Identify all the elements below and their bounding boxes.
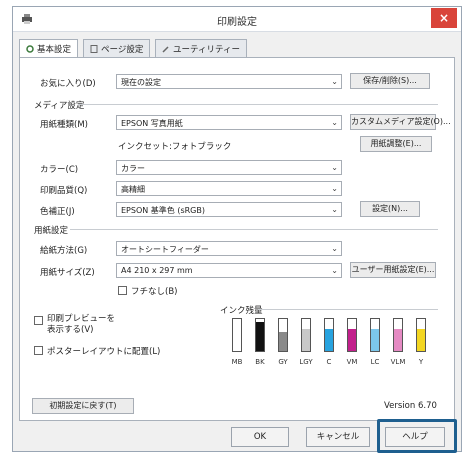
- ink-tank-vlm: [393, 318, 403, 352]
- ink-fill-bk: [256, 322, 264, 351]
- paper-section-title: 用紙設定: [34, 226, 69, 236]
- ink-label-lgy: LGY: [299, 358, 313, 366]
- wrench-icon: [162, 46, 169, 53]
- title-bar: 印刷設定 ×: [13, 7, 461, 32]
- media-type-select[interactable]: EPSON 写真用紙 ⌄: [116, 115, 342, 130]
- preview-label: 印刷プレビューを 表示する(V): [47, 314, 116, 335]
- version-text: Version 6.70: [384, 401, 437, 411]
- save-delete-button[interactable]: 保存/削除(S)...: [350, 73, 430, 89]
- ink-tank-gy: [278, 318, 288, 352]
- ink-levels-title: インク残量: [220, 306, 263, 316]
- help-button-highlight: [377, 419, 457, 453]
- chevron-down-icon: ⌄: [331, 266, 338, 275]
- basic-settings-icon: [26, 45, 34, 53]
- divider: [258, 309, 438, 310]
- ink-fill-c: [325, 328, 333, 351]
- paper-source-value: オートシートフィーダー: [121, 245, 209, 254]
- ink-tank-vm: [347, 318, 357, 352]
- favorites-select[interactable]: 現在の設定 ⌄: [116, 74, 342, 89]
- print-quality-value: 高精細: [121, 185, 145, 194]
- chevron-down-icon: ⌄: [331, 118, 338, 127]
- ink-label-y: Y: [418, 358, 424, 366]
- color-correction-value: EPSON 基準色 (sRGB): [121, 206, 205, 215]
- ink-tank-bk: [255, 318, 265, 352]
- ink-label-vlm: VLM: [390, 358, 406, 366]
- media-type-value: EPSON 写真用紙: [121, 119, 183, 128]
- close-button[interactable]: ×: [431, 8, 457, 28]
- reset-defaults-button[interactable]: 初期設定に戻す(T): [32, 398, 134, 414]
- paper-size-value: A4 210 x 297 mm: [121, 266, 193, 275]
- page-icon: [90, 45, 98, 53]
- tab-utility[interactable]: ユーティリティー: [155, 39, 247, 57]
- ok-button[interactable]: OK: [231, 427, 289, 447]
- user-paper-button[interactable]: ユーザー用紙設定(E)...: [350, 262, 436, 278]
- paper-size-label: 用紙サイズ(Z): [40, 268, 95, 278]
- window-title: 印刷設定: [217, 17, 257, 28]
- color-select[interactable]: カラー ⌄: [116, 160, 342, 175]
- ink-tank-c: [324, 318, 334, 352]
- ink-label-bk: BK: [255, 358, 265, 366]
- borderless-label: フチなし(B): [131, 287, 178, 297]
- print-quality-label: 印刷品質(Q): [40, 186, 88, 196]
- favorites-value: 現在の設定: [121, 78, 161, 87]
- paper-source-label: 給紙方法(G): [40, 246, 88, 256]
- ink-tank-mb: [232, 318, 242, 352]
- poster-layout-label: ポスターレイアウトに配置(L): [47, 347, 161, 357]
- print-settings-window: 印刷設定 × 基本設定 ページ設定 ユーティリティー お気に入り(D) 現在の設…: [12, 6, 462, 453]
- color-label: カラー(C): [40, 165, 79, 175]
- print-quality-select[interactable]: 高精細 ⌄: [116, 181, 342, 196]
- media-type-label: 用紙種類(M): [40, 120, 88, 130]
- media-section-title: メディア設定: [34, 101, 85, 111]
- ink-tank-lc: [370, 318, 380, 352]
- chevron-down-icon: ⌄: [331, 77, 338, 86]
- tab-page-setup[interactable]: ページ設定: [83, 39, 151, 57]
- poster-layout-checkbox[interactable]: [34, 346, 43, 355]
- ink-label-c: C: [326, 358, 332, 366]
- tab-basic[interactable]: 基本設定: [19, 39, 79, 58]
- ink-fill-lc: [371, 328, 379, 351]
- tab-label: 基本設定: [37, 45, 72, 55]
- color-correction-label: 色補正(J): [40, 207, 75, 217]
- chevron-down-icon: ⌄: [331, 184, 338, 193]
- ink-label-mb: MB: [231, 358, 243, 366]
- ink-fill-lgy: [302, 328, 310, 351]
- divider: [70, 229, 438, 230]
- ink-type-text: インクセット:フォトブラック: [118, 142, 232, 152]
- ink-label-gy: GY: [278, 358, 288, 366]
- ink-fill-gy: [279, 331, 287, 351]
- basic-settings-panel: お気に入り(D) 現在の設定 ⌄ 保存/削除(S)... メディア設定 用紙種類(…: [19, 57, 455, 421]
- chevron-down-icon: ⌄: [331, 163, 338, 172]
- cancel-button[interactable]: キャンセル: [306, 427, 370, 447]
- color-value: カラー: [121, 164, 145, 173]
- chevron-down-icon: ⌄: [331, 205, 338, 214]
- ink-fill-vlm: [394, 328, 402, 351]
- divider: [78, 104, 438, 105]
- favorites-label: お気に入り(D): [40, 79, 96, 89]
- ink-fill-vm: [348, 328, 356, 351]
- borderless-checkbox[interactable]: [118, 286, 127, 295]
- correction-settings-button[interactable]: 設定(N)...: [360, 201, 420, 217]
- custom-media-button[interactable]: カスタムメディア設定(O)...: [350, 114, 451, 130]
- paper-adjust-button[interactable]: 用紙調整(E)...: [360, 136, 432, 152]
- color-correction-select[interactable]: EPSON 基準色 (sRGB) ⌄: [116, 202, 342, 217]
- ink-tank-lgy: [301, 318, 311, 352]
- ink-label-lc: LC: [370, 358, 380, 366]
- paper-size-select[interactable]: A4 210 x 297 mm ⌄: [116, 263, 342, 278]
- tab-label: ページ設定: [101, 45, 144, 55]
- chevron-down-icon: ⌄: [331, 244, 338, 253]
- ink-tank-y: [416, 318, 426, 352]
- paper-source-select[interactable]: オートシートフィーダー ⌄: [116, 241, 342, 256]
- ink-label-vm: VM: [346, 358, 358, 366]
- ink-fill-y: [417, 328, 425, 351]
- tab-label: ユーティリティー: [173, 45, 240, 55]
- preview-checkbox[interactable]: [34, 316, 43, 325]
